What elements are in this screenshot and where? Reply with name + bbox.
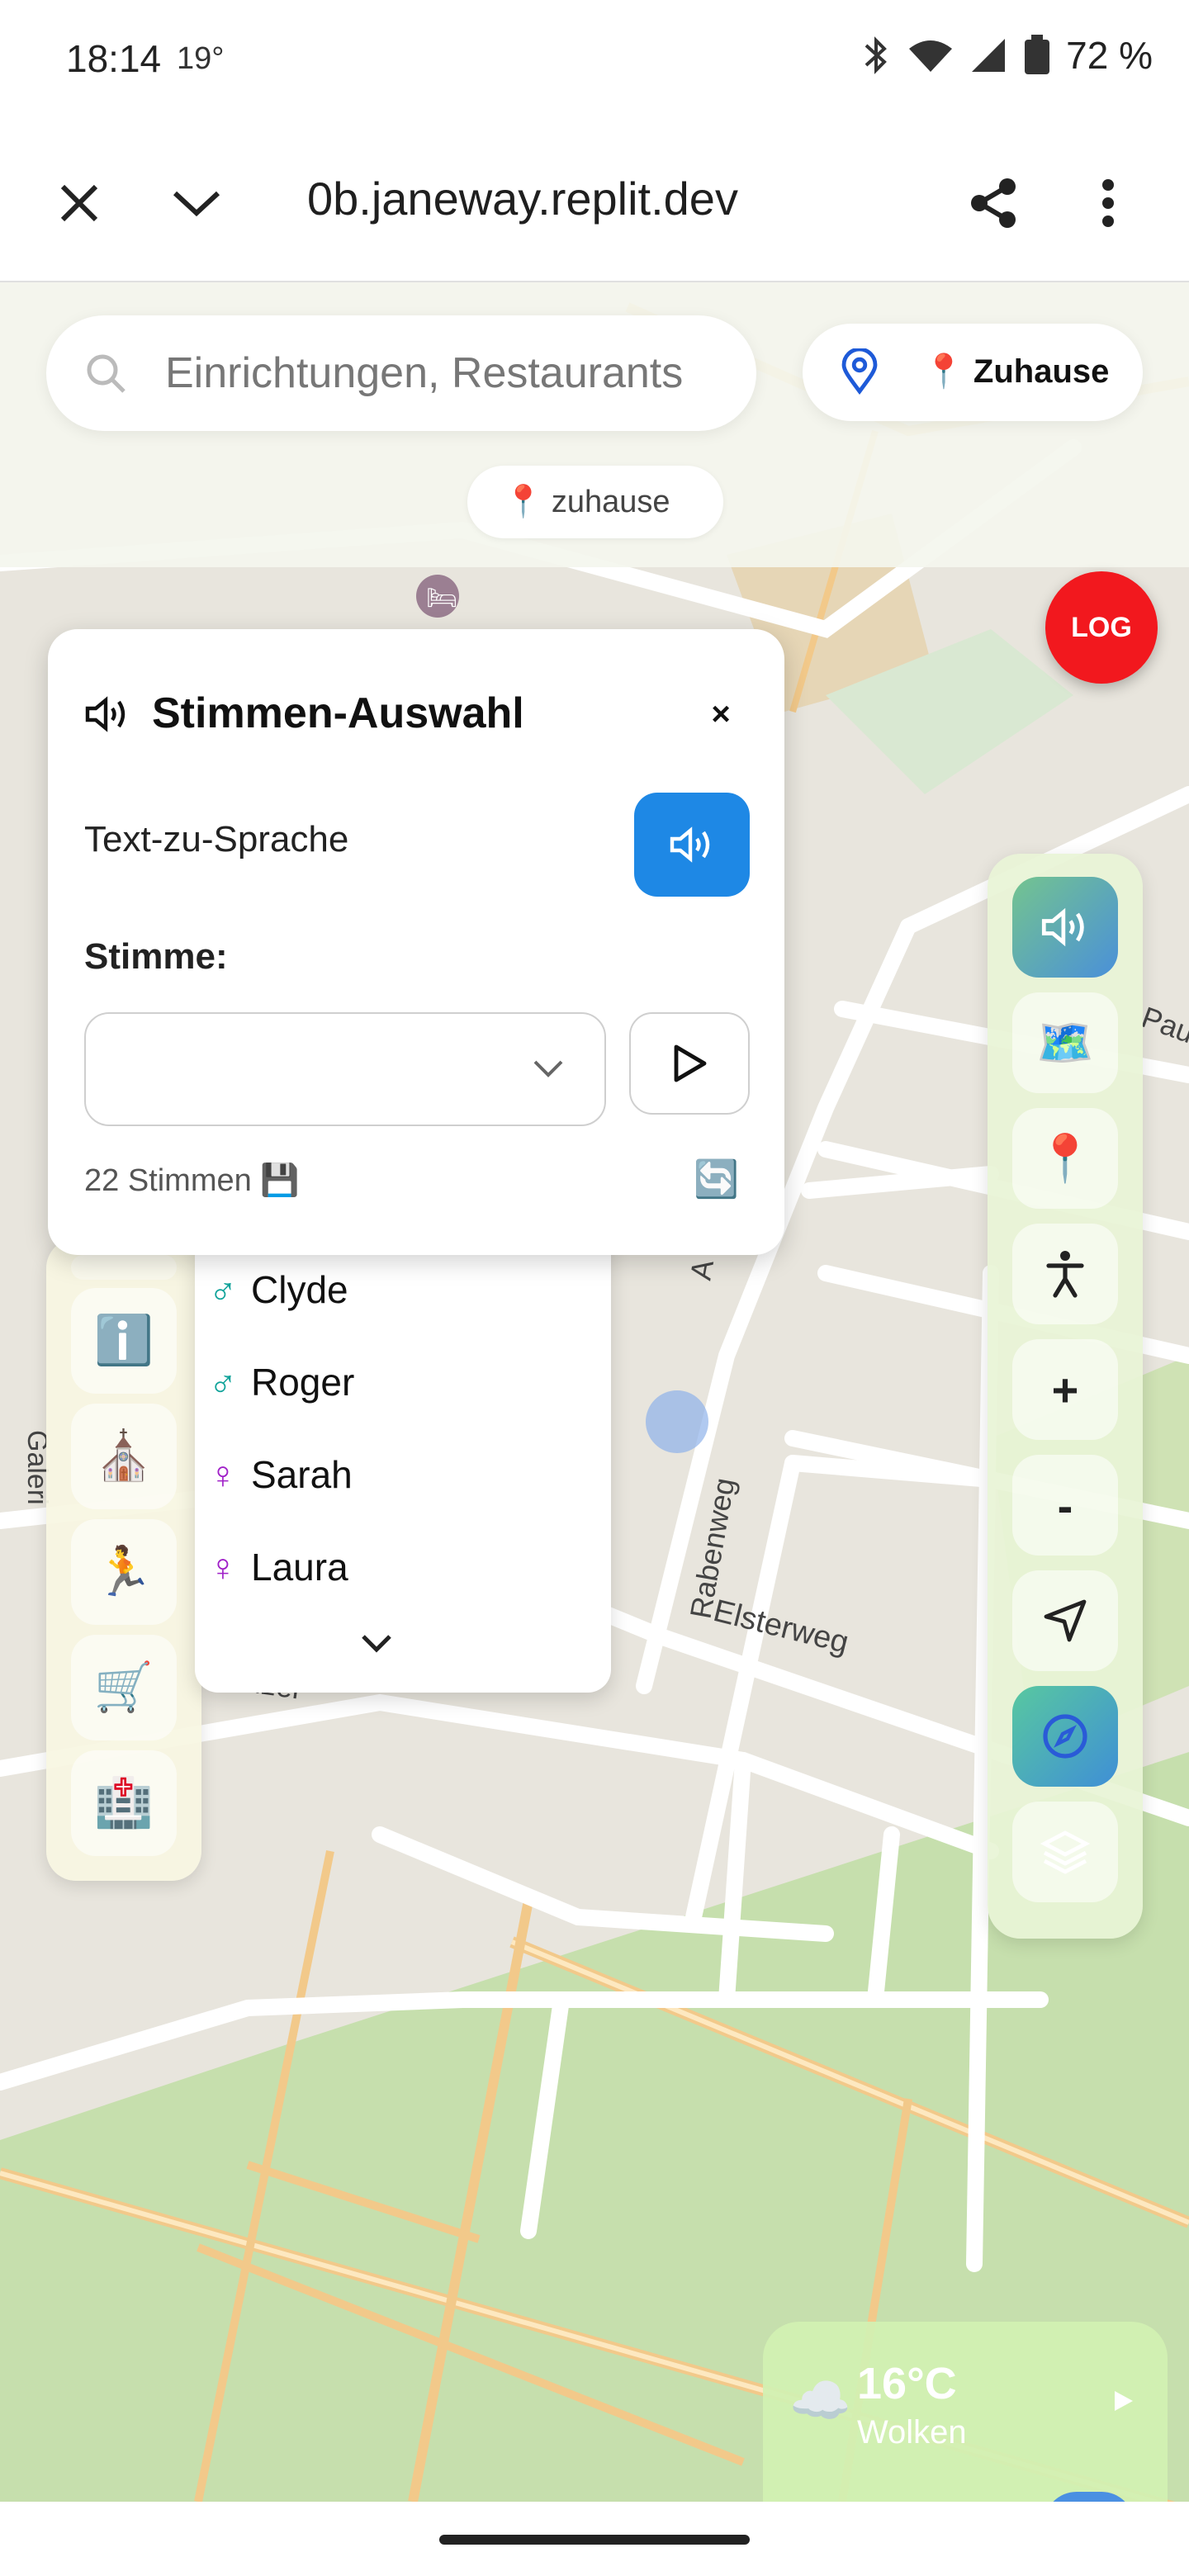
category-shopping-button[interactable]: 🛒 (71, 1635, 177, 1740)
zoom-out-button[interactable]: - (1012, 1455, 1118, 1556)
status-time: 18:14 (66, 37, 162, 80)
runner-icon: 🏃 (93, 1545, 154, 1598)
tts-label: Text-zu-Sprache (84, 819, 349, 859)
compass-button[interactable] (1012, 1686, 1118, 1787)
close-panel-button[interactable]: × (684, 677, 758, 751)
voice-count: 22 Stimmen 💾 (84, 1163, 300, 1198)
category-hospital-button[interactable]: 🏥 (71, 1750, 177, 1856)
status-icons: 72 % (860, 33, 1153, 78)
category-rail: ℹ️ ⛪ 🏃 🛒 🏥 (46, 1238, 201, 1881)
signal-icon (972, 39, 1006, 72)
accessibility-button[interactable] (1012, 1224, 1118, 1324)
voice-option[interactable]: ♀ Sarah (195, 1433, 611, 1516)
street-label-elsterweg: Elsterweg (710, 1593, 852, 1660)
chevron-down-icon (533, 1060, 563, 1077)
shopping-cart-icon: 🛒 (93, 1660, 154, 1714)
close-tab-button[interactable] (40, 163, 119, 243)
battery-icon (1025, 35, 1050, 74)
menu-button[interactable] (1068, 163, 1148, 243)
voice-option[interactable]: ♀ Laura (195, 1526, 611, 1608)
status-temperature: 19° (177, 41, 225, 76)
log-button[interactable]: LOG (1045, 571, 1158, 684)
speaker-icon (670, 826, 710, 863)
chevron-down-icon (173, 191, 220, 217)
female-icon: ♀ (208, 1546, 238, 1589)
play-arrow-icon (1115, 2391, 1133, 2411)
panel-title: Stimmen-Auswahl (152, 689, 524, 737)
pin-button[interactable]: 📍 (1012, 1108, 1118, 1209)
weather-widget[interactable]: ☁️ 16°C Wolken (763, 2322, 1168, 2525)
svg-text:🛏: 🛏 (426, 584, 457, 613)
voice-select[interactable] (84, 1012, 606, 1126)
voice-name: Sarah (251, 1453, 353, 1496)
compass-icon (1043, 1714, 1087, 1759)
category-sport-button[interactable]: 🏃 (71, 1519, 177, 1625)
hospital-icon: 🏥 (93, 1776, 154, 1830)
pin-icon: 📍 (1036, 1132, 1094, 1184)
search-input[interactable]: Einrichtungen, Restaurants (46, 315, 756, 431)
search-icon (87, 354, 126, 393)
church-icon: ⛪ (93, 1429, 154, 1483)
street-label-pau: Pau (1137, 1000, 1189, 1049)
layers-button[interactable] (1012, 1802, 1118, 1902)
voice-selection-panel: Stimmen-Auswahl × Text-zu-Sprache Stimme… (48, 629, 784, 1255)
browser-toolbar: 0b.janeway.replit.dev (0, 124, 1189, 282)
speaker-icon (85, 696, 126, 732)
minimize-button[interactable] (157, 163, 236, 243)
voice-label: Stimme: (84, 936, 228, 977)
weather-description: Wolken (857, 2414, 967, 2451)
accessibility-icon (1046, 1251, 1084, 1298)
current-location-label: 📍 Zuhause (923, 353, 1110, 390)
male-icon: ♂ (208, 1268, 238, 1311)
share-button[interactable] (955, 163, 1034, 243)
voice-dropdown-list: ♂ Clyde ♂ Roger ♀ Sarah ♀ Laura (195, 1230, 611, 1693)
voice-name: Clyde (251, 1268, 348, 1311)
more-vertical-icon (1102, 179, 1114, 227)
status-bar: 18:14 19° 72 % (0, 0, 1189, 124)
url-bar[interactable]: 0b.janeway.replit.dev (307, 172, 803, 225)
navigate-button[interactable] (1012, 1570, 1118, 1671)
battery-level: 72 % (1066, 34, 1153, 77)
speaker-icon (1041, 907, 1084, 947)
close-icon (60, 184, 98, 222)
bluetooth-icon (865, 36, 888, 74)
map-icon: 🗺️ (1036, 1016, 1094, 1068)
wifi-icon (909, 40, 953, 72)
saved-place-label: 📍 zuhause (504, 485, 670, 519)
navigation-arrow-icon (1044, 1599, 1087, 1642)
system-navigation-bar (0, 2502, 1189, 2576)
voice-name: Roger (251, 1361, 355, 1404)
voice-name: Laura (251, 1546, 348, 1589)
category-info-button[interactable]: ℹ️ (71, 1288, 177, 1394)
play-icon (674, 1044, 707, 1082)
category-church-button[interactable]: ⛪ (71, 1404, 177, 1509)
map-control-rail: 🗺️ 📍 + - (988, 854, 1143, 1939)
scroll-down-button[interactable] (343, 1618, 410, 1668)
weather-temperature: 16°C (857, 2359, 957, 2408)
voice-option[interactable]: ♂ Clyde (195, 1248, 611, 1331)
street-label-a: A (684, 1257, 721, 1283)
play-preview-button[interactable] (629, 1012, 750, 1115)
voice-option[interactable]: ♂ Roger (195, 1341, 611, 1423)
female-icon: ♀ (208, 1453, 238, 1496)
share-icon (971, 178, 1016, 228)
home-gesture-handle[interactable] (439, 2535, 750, 2545)
location-pin-icon (841, 348, 878, 395)
info-icon: ℹ️ (93, 1314, 154, 1367)
map-style-button[interactable]: 🗺️ (1012, 992, 1118, 1093)
voice-panel-toggle-button[interactable] (1012, 877, 1118, 978)
male-icon: ♂ (208, 1361, 238, 1404)
cloud-icon: ☁️ (789, 2373, 851, 2428)
category-button-partial[interactable] (71, 1255, 177, 1280)
refresh-icon[interactable]: 🔄 (694, 1158, 748, 1207)
saved-place-chip[interactable]: 📍 zuhause (467, 466, 723, 538)
tts-toggle-button[interactable] (634, 793, 750, 897)
layers-icon (1040, 1830, 1091, 1874)
current-location-chip[interactable]: 📍 Zuhause (803, 324, 1143, 421)
chevron-down-icon (362, 1635, 391, 1653)
search-placeholder: Einrichtungen, Restaurants (165, 349, 684, 397)
zoom-in-button[interactable]: + (1012, 1339, 1118, 1440)
